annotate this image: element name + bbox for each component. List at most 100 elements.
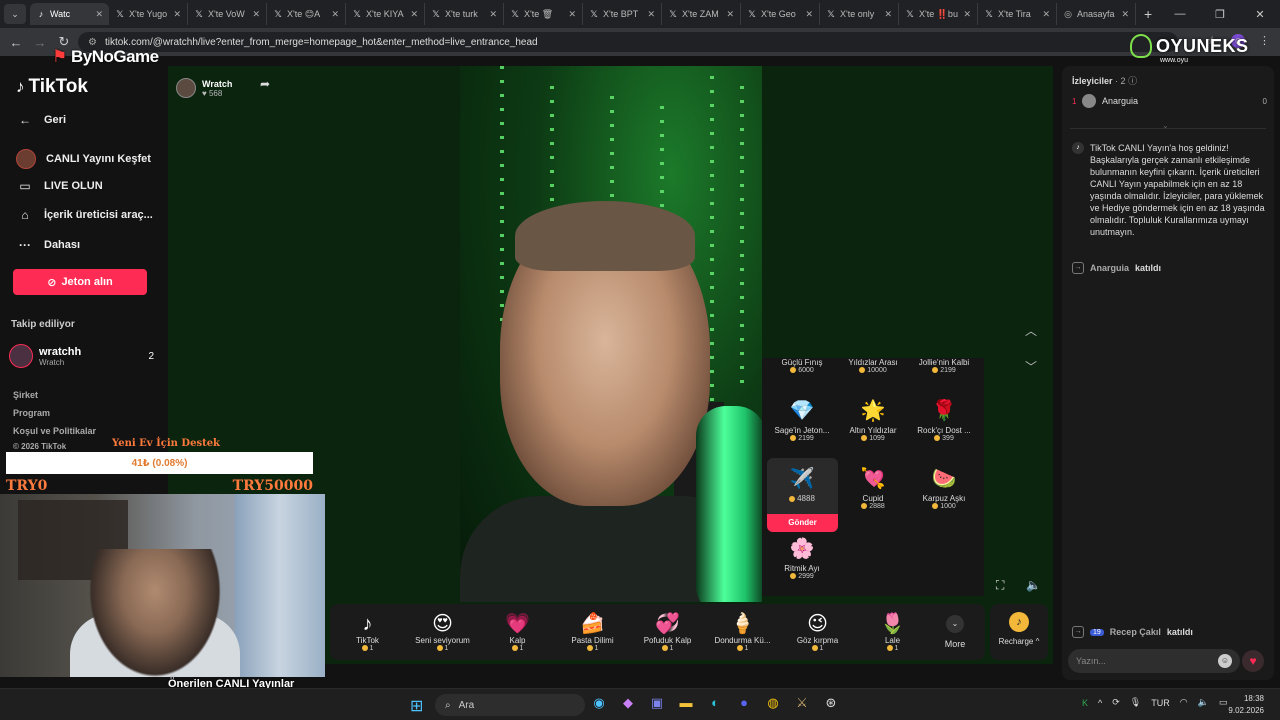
sidebar-item-creator-tools[interactable]: ⌂ İçerik üreticisi araç... [16, 208, 152, 222]
browser-tab[interactable]: 𝕏 X'te only ✕ [820, 3, 899, 25]
share-icon[interactable]: ➦ [260, 77, 270, 91]
close-window-icon[interactable]: ✕ [1240, 8, 1280, 21]
close-tab-icon[interactable]: ✕ [410, 9, 418, 20]
close-tab-icon[interactable]: ✕ [726, 9, 734, 20]
gift-bar-item[interactable]: 😍 Seni seviyorum 1 [405, 612, 480, 652]
lol-app-icon[interactable]: ⚔ [793, 695, 811, 711]
footer-link-program[interactable]: Program [13, 408, 50, 418]
join-user[interactable]: Anarguia [1090, 263, 1129, 273]
gift-item[interactable]: 🌸 Ritmik Ayı 2999 [767, 536, 837, 580]
chevron-up-icon[interactable]: ^ [1098, 698, 1102, 708]
browser-tab[interactable]: 𝕏 X'te 🗑 ✕ [504, 3, 583, 25]
gift-bar-item[interactable]: 💞 Pofuduk Kalp 1 [630, 612, 705, 652]
wifi-icon[interactable]: ◠ [1180, 697, 1188, 708]
close-tab-icon[interactable]: ✕ [331, 9, 339, 20]
sync-icon[interactable]: ⟳ [1112, 697, 1120, 708]
copilot-app-icon[interactable]: ◆ [619, 695, 637, 711]
edge-app-icon[interactable]: ◐ [706, 695, 724, 711]
taskbar-clock[interactable]: 18:38 9.02.2026 [1228, 693, 1264, 717]
chat-input[interactable]: Yazın... ☺ [1068, 649, 1240, 673]
gift-bar-item[interactable]: 🍰 Pasta Dilimi 1 [555, 612, 630, 652]
restore-icon[interactable]: ❐ [1200, 8, 1240, 21]
close-tab-icon[interactable]: ✕ [489, 9, 497, 20]
obs-app-icon[interactable]: ⊛ [822, 695, 840, 711]
browser-tab[interactable]: 𝕏 X'te Tira ✕ [978, 3, 1057, 25]
send-gift-button[interactable]: Gönder [767, 514, 838, 532]
gift-item[interactable]: 🍉 Karpuz Aşkı 1000 [909, 466, 979, 510]
emoji-icon[interactable]: ☺ [1218, 654, 1232, 668]
gift-item[interactable]: 🌟 Altın Yıldızlar 1099 [838, 398, 908, 442]
footer-link-terms[interactable]: Koşul ve Politikalar [13, 426, 96, 436]
settings-app-icon[interactable]: ◉ [590, 695, 608, 711]
close-tab-icon[interactable]: ✕ [568, 9, 576, 20]
browser-tab[interactable]: 𝕏 X'te Yugo ✕ [109, 3, 188, 25]
gift-item[interactable]: Yıldızlar Arası 10000 [838, 358, 908, 374]
followed-user-item[interactable]: wratchh Wratch 2 [9, 344, 154, 368]
discord-app-icon[interactable]: ● [735, 695, 753, 711]
footer-link-company[interactable]: Şirket [13, 390, 38, 400]
volume-icon[interactable]: 🔈 [1026, 578, 1041, 592]
close-tab-icon[interactable]: ✕ [173, 9, 181, 20]
sidebar-item-explore-live[interactable]: CANLI Yayını Keşfet [16, 149, 151, 169]
forward-arrow-icon[interactable]: → [28, 35, 52, 50]
gift-bar-item[interactable]: 💗 Kalp 1 [480, 612, 555, 652]
new-tab-button[interactable]: + [1144, 6, 1152, 22]
browser-tab[interactable]: 𝕏 X'te turk ✕ [425, 3, 504, 25]
close-tab-icon[interactable]: ✕ [805, 9, 813, 20]
top-viewer-row[interactable]: 1 Anarguia 0 [1072, 94, 1267, 108]
close-tab-icon[interactable]: ✕ [963, 9, 971, 20]
close-tab-icon[interactable]: ✕ [1042, 9, 1050, 20]
close-tab-icon[interactable]: ✕ [252, 9, 260, 20]
tab-search-dropdown-icon[interactable]: ⌄ [4, 4, 26, 24]
windows-start-icon[interactable]: ⊞ [410, 696, 423, 716]
get-coins-button[interactable]: ⊘ Jeton alın [13, 269, 147, 295]
gift-bar-item[interactable]: 🌷 Lale 1 [855, 612, 930, 652]
gift-bar-item[interactable]: ♪ TikTok 1 [330, 612, 405, 652]
gift-item[interactable]: 💎 Sage'in Jeton... 2199 [767, 398, 837, 442]
speaker-icon[interactable]: 🔈 [1198, 697, 1209, 708]
battery-icon[interactable]: ▭ [1219, 697, 1228, 708]
back-link[interactable]: ← Geri [16, 113, 66, 127]
recharge-button[interactable]: ♪ Recharge ^ [990, 604, 1048, 660]
browser-tab[interactable]: 𝕏 X'te KIYA ✕ [346, 3, 425, 25]
close-tab-icon[interactable]: ✕ [884, 9, 892, 20]
teams-app-icon[interactable]: ▣ [648, 695, 666, 711]
viewers-header[interactable]: İzleyiciler · 2 ⓘ [1072, 74, 1137, 87]
browser-tab[interactable]: 𝕏 X'te ZAM ✕ [662, 3, 741, 25]
gift-bar-item[interactable]: 🍦 Dondurma Kü... 1 [705, 612, 780, 652]
close-tab-icon[interactable]: ✕ [1121, 9, 1129, 20]
gift-item[interactable]: 🌹 Rock'çı Dost ... 399 [909, 398, 979, 442]
like-heart-button[interactable]: ♥ [1242, 650, 1264, 672]
host-info[interactable]: Wratch ♥ 568 [176, 78, 232, 98]
browser-menu-icon[interactable]: ⋮ [1259, 34, 1270, 48]
chevron-up-icon[interactable]: ︿ [1025, 322, 1037, 339]
join-user[interactable]: Recep Çakıl [1110, 627, 1161, 637]
microphone-icon[interactable]: 🎙 [1130, 697, 1141, 708]
browser-tab[interactable]: 𝕏 X'te Geo ✕ [741, 3, 820, 25]
browser-tab[interactable]: ♪ Watc ✕ [30, 3, 109, 25]
close-tab-icon[interactable]: ✕ [95, 9, 103, 20]
gift-item[interactable]: Güçlü Fınış 6000 [767, 358, 837, 374]
sidebar-item-more[interactable]: ··· Dahası [16, 238, 80, 252]
tray-app-icon[interactable]: K [1082, 698, 1088, 708]
gift-item[interactable]: Jollie'nin Kalbi 2199 [909, 358, 979, 374]
more-gifts-button[interactable]: ⌄ More [930, 615, 980, 649]
fullscreen-icon[interactable]: ⛶ [996, 578, 1004, 593]
back-arrow-icon[interactable]: ← [4, 35, 28, 50]
info-icon[interactable]: ⓘ [1128, 76, 1137, 86]
browser-tab[interactable]: 𝕏 X'te VoW ✕ [188, 3, 267, 25]
language-indicator[interactable]: TUR [1151, 698, 1170, 708]
minimize-icon[interactable]: — [1160, 8, 1200, 20]
chrome-app-icon[interactable]: ◍ [764, 695, 782, 711]
chevron-down-icon[interactable]: ﹀ [1025, 358, 1037, 375]
file-explorer-icon[interactable]: ▬ [677, 695, 695, 711]
tiktok-logo[interactable]: ♪ TikTok [16, 76, 88, 98]
browser-tab[interactable]: 𝕏 X'te 😊A ✕ [267, 3, 346, 25]
gift-bar-item[interactable]: 😉 Göz kırpma 1 [780, 612, 855, 652]
gift-item[interactable]: 💘 Cupid 2888 [838, 466, 908, 510]
browser-tab[interactable]: ◎ Anasayfa ✕ [1057, 3, 1136, 25]
live-video[interactable] [460, 66, 762, 602]
url-input[interactable]: ⚙ tiktok.com/@wratchh/live?enter_from_me… [78, 32, 1178, 52]
browser-tab[interactable]: 𝕏 X'te ‼️bu ✕ [899, 3, 978, 25]
taskbar-search[interactable]: ⌕ Ara [435, 694, 585, 716]
